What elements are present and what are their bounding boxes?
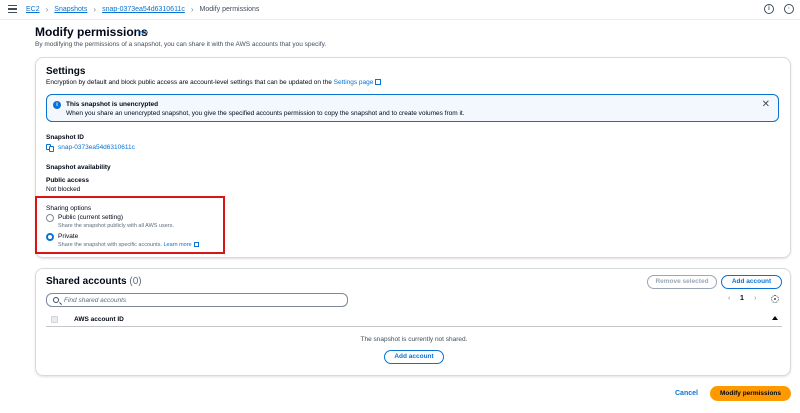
info-icon[interactable]: i bbox=[764, 4, 774, 14]
search-icon bbox=[53, 296, 59, 303]
private-radio-description: Share the snapshot with specific account… bbox=[58, 242, 199, 248]
search-placeholder: Find shared accounts bbox=[64, 296, 127, 304]
info-link[interactable]: Info bbox=[138, 30, 148, 36]
breadcrumb-snapshots[interactable]: Snapshots bbox=[54, 6, 87, 13]
external-link-icon bbox=[193, 242, 199, 247]
chevron-right-icon: › bbox=[190, 5, 194, 14]
select-all-checkbox[interactable] bbox=[51, 316, 58, 323]
cancel-button[interactable]: Cancel bbox=[675, 390, 698, 397]
remove-selected-button[interactable]: Remove selected bbox=[647, 275, 717, 289]
private-radio[interactable] bbox=[46, 233, 54, 241]
top-navigation-bar: EC2 › Snapshots › snap-0373ea54d6310611c… bbox=[0, 0, 800, 20]
shared-accounts-title-text: Shared accounts bbox=[46, 276, 127, 287]
shared-accounts-container: Shared accounts (0) Remove selected Add … bbox=[35, 268, 791, 376]
shared-accounts-title: Shared accounts (0) bbox=[46, 276, 142, 287]
sort-ascending-icon[interactable] bbox=[772, 316, 778, 320]
public-access-label: Public access bbox=[46, 177, 89, 184]
learn-more-link[interactable]: Learn more bbox=[163, 242, 191, 248]
page-description: By modifying the permissions of a snapsh… bbox=[35, 41, 327, 48]
breadcrumb-snapshot-id[interactable]: snap-0373ea54d6310611c bbox=[102, 6, 185, 13]
chevron-right-icon: › bbox=[93, 5, 97, 14]
page-title: Modify permissions bbox=[35, 25, 148, 39]
settings-title: Settings bbox=[46, 66, 86, 77]
pagination-prev-icon[interactable]: ‹ bbox=[728, 295, 730, 302]
close-icon[interactable]: ✕ bbox=[762, 100, 770, 110]
column-header-account-id[interactable]: AWS account ID bbox=[74, 316, 124, 323]
snapshot-availability-label: Snapshot availability bbox=[46, 164, 111, 171]
settings-icon[interactable]: · bbox=[784, 4, 794, 14]
public-radio[interactable] bbox=[46, 214, 54, 222]
alert-text: When you share an unencrypted snapshot, … bbox=[66, 110, 465, 117]
empty-add-account-button[interactable]: Add account bbox=[384, 350, 444, 364]
shared-accounts-count: (0) bbox=[129, 276, 142, 287]
settings-description-text: Encryption by default and block public a… bbox=[46, 79, 332, 86]
settings-page-link[interactable]: Settings page bbox=[334, 79, 374, 86]
info-circle-icon: i bbox=[53, 101, 61, 109]
pagination-next-icon[interactable]: › bbox=[754, 295, 756, 302]
empty-state-message: The snapshot is currently not shared. bbox=[360, 336, 468, 343]
breadcrumb-ec2[interactable]: EC2 bbox=[26, 6, 40, 13]
modify-permissions-button[interactable]: Modify permissions bbox=[710, 386, 791, 401]
settings-description: Encryption by default and block public a… bbox=[46, 79, 382, 86]
snapshot-id-link[interactable]: snap-0373ea54d6310611c bbox=[58, 144, 135, 151]
unencrypted-alert: i This snapshot is unencrypted When you … bbox=[46, 94, 779, 122]
search-input[interactable]: Find shared accounts bbox=[46, 293, 348, 307]
pagination-page-number[interactable]: 1 bbox=[740, 295, 744, 302]
menu-icon[interactable] bbox=[8, 5, 17, 14]
public-access-value: Not blocked bbox=[46, 186, 81, 193]
add-account-button[interactable]: Add account bbox=[721, 275, 782, 289]
public-radio-label[interactable]: Public (current setting) bbox=[58, 214, 123, 221]
private-radio-description-text: Share the snapshot with specific account… bbox=[58, 242, 162, 248]
private-radio-label[interactable]: Private bbox=[58, 233, 78, 240]
sharing-options-label: Sharing options bbox=[46, 205, 92, 212]
table-header: AWS account ID bbox=[46, 313, 782, 327]
external-link-icon bbox=[375, 79, 382, 85]
alert-title: This snapshot is unencrypted bbox=[66, 101, 159, 108]
gear-icon[interactable] bbox=[771, 295, 779, 303]
snapshot-id-label: Snapshot ID bbox=[46, 134, 84, 141]
public-radio-description: Share the snapshot publicly with all AWS… bbox=[58, 223, 174, 229]
breadcrumb-current: Modify permissions bbox=[199, 6, 260, 13]
breadcrumb: EC2 › Snapshots › snap-0373ea54d6310611c… bbox=[26, 5, 259, 14]
chevron-right-icon: › bbox=[45, 5, 49, 14]
copy-icon[interactable] bbox=[46, 144, 54, 152]
sharing-options-group: Sharing options Public (current setting)… bbox=[35, 196, 225, 254]
